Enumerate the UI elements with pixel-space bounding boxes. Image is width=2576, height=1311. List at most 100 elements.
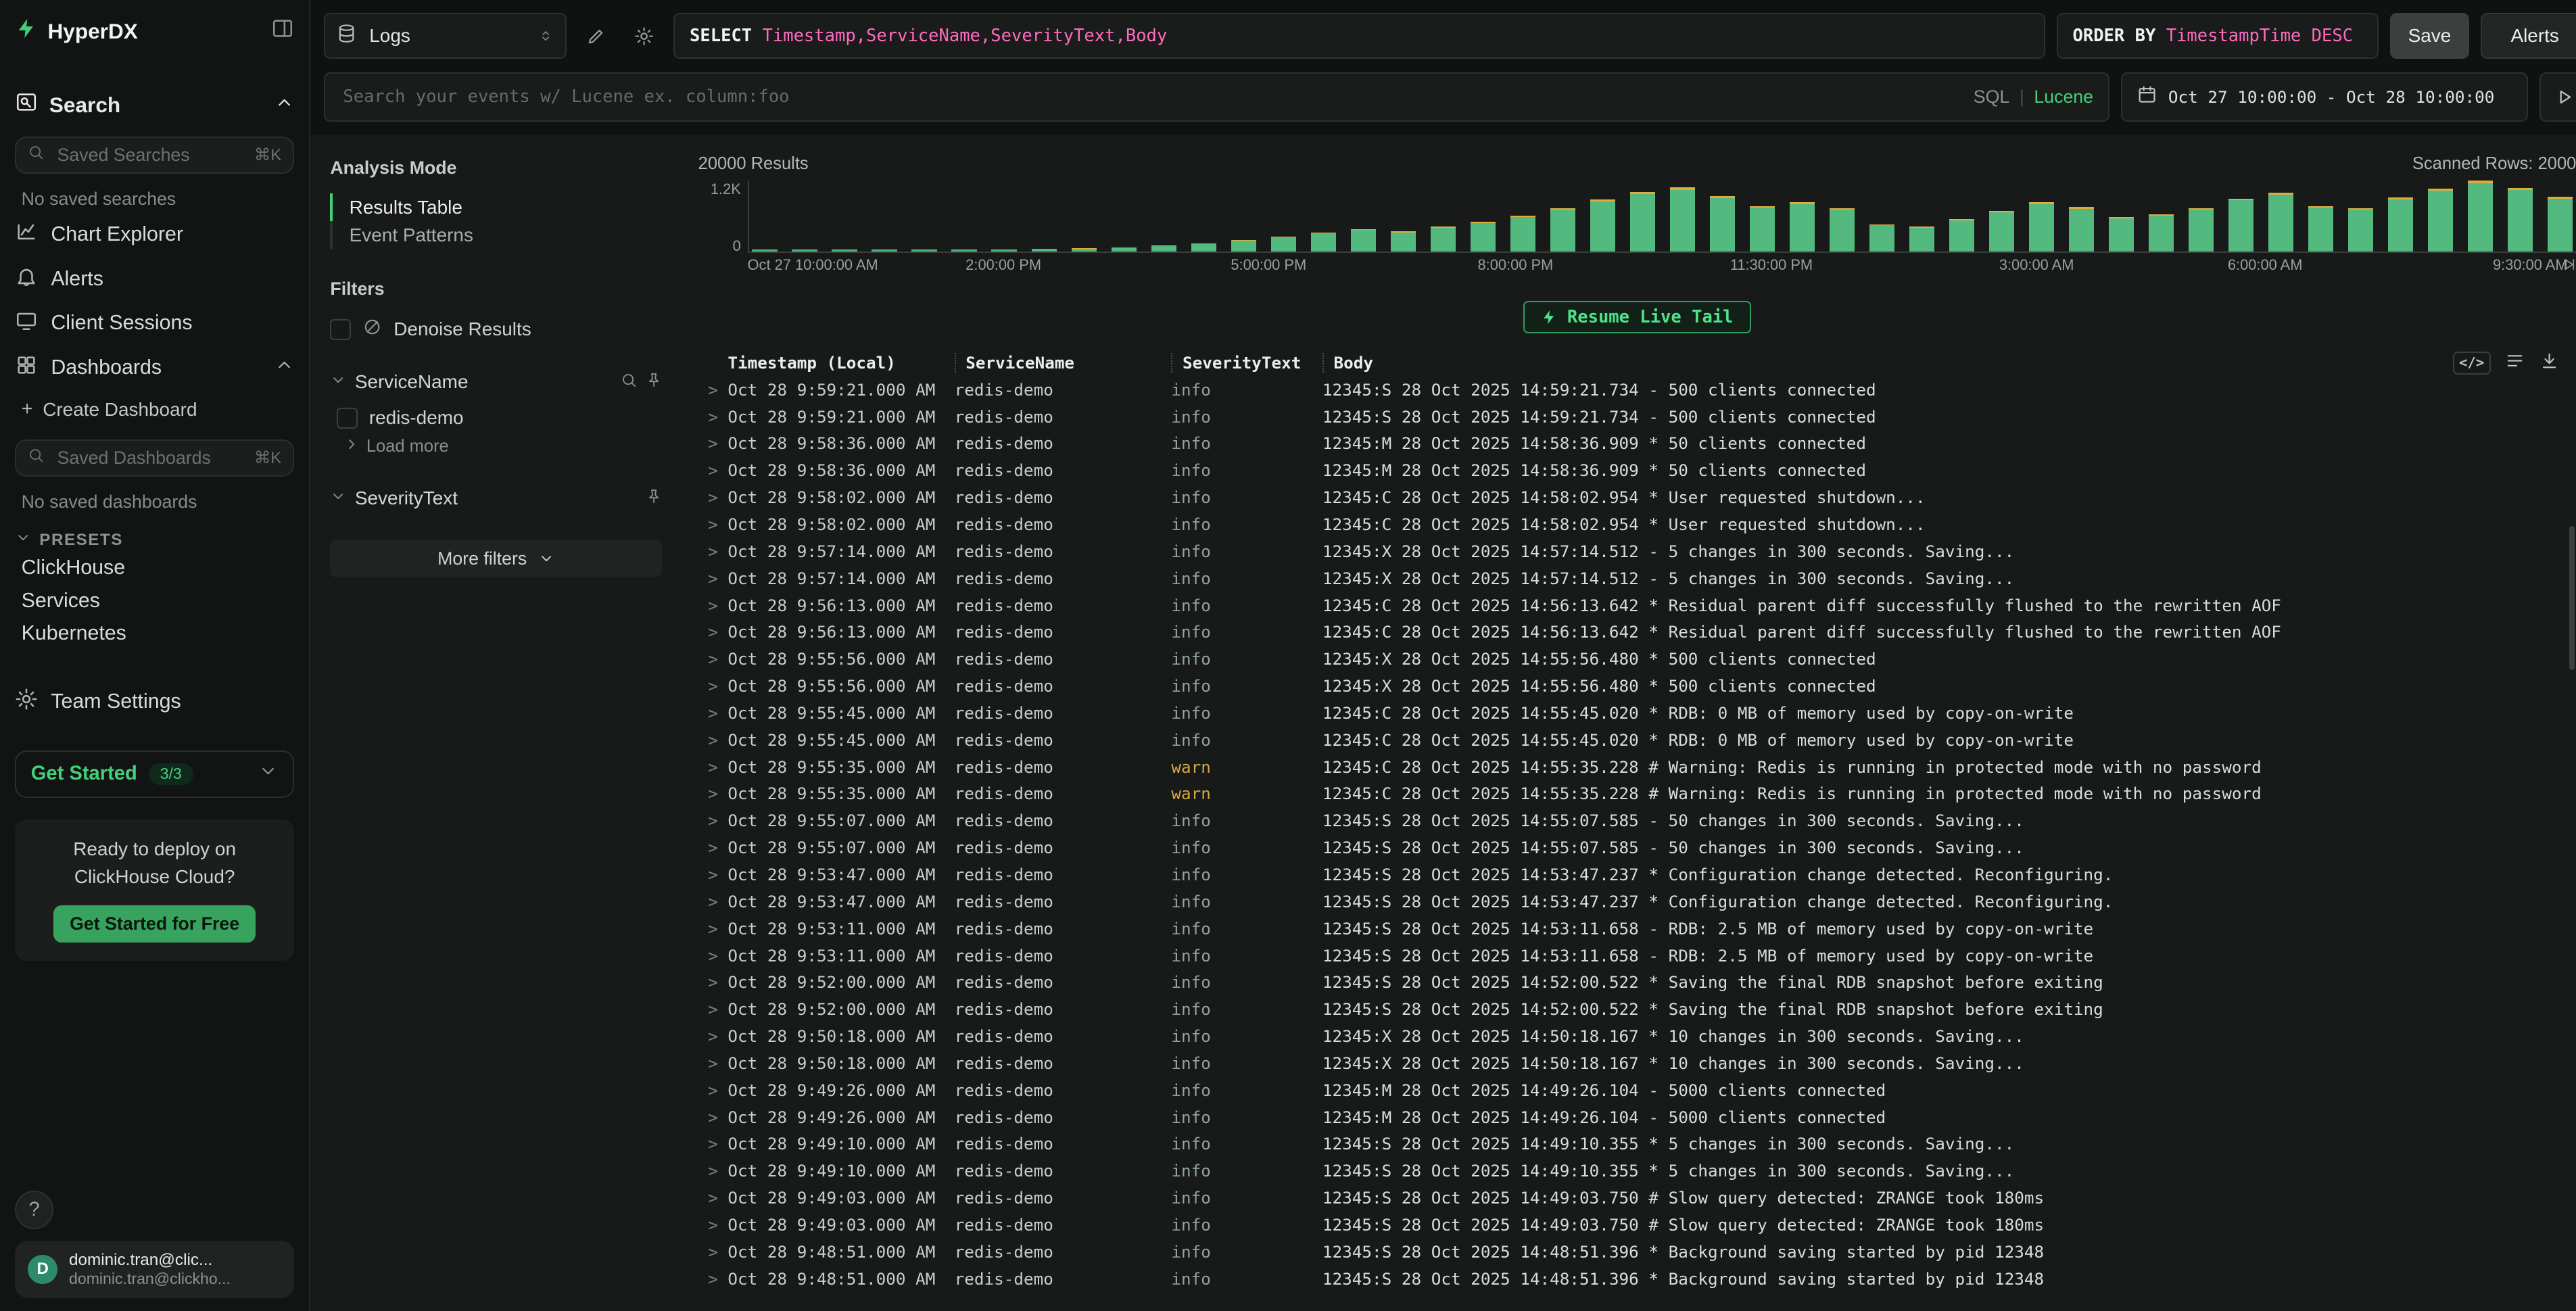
- row-expand-icon[interactable]: >: [698, 757, 728, 777]
- row-expand-icon[interactable]: >: [698, 649, 728, 669]
- code-view-icon[interactable]: </>: [2453, 352, 2491, 374]
- column-header-body[interactable]: Body: [1322, 353, 2439, 373]
- histogram-bar[interactable]: [951, 181, 976, 252]
- log-row[interactable]: >Oct 28 9:57:14.000 AMredis-demoinfo1234…: [698, 538, 2576, 565]
- histogram-bar[interactable]: [1590, 181, 1615, 252]
- row-expand-icon[interactable]: >: [698, 946, 728, 966]
- histogram-bar[interactable]: [1750, 181, 1775, 252]
- log-row[interactable]: >Oct 28 9:49:03.000 AMredis-demoinfo1234…: [698, 1212, 2576, 1239]
- facet-severitytext-header[interactable]: SeverityText: [330, 484, 662, 514]
- row-expand-icon[interactable]: >: [698, 838, 728, 857]
- run-query-button[interactable]: [2539, 72, 2575, 122]
- histogram-bar[interactable]: [2388, 181, 2413, 252]
- histogram-bar[interactable]: [2508, 181, 2533, 252]
- log-row[interactable]: >Oct 28 9:49:26.000 AMredis-demoinfo1234…: [698, 1076, 2576, 1103]
- row-expand-icon[interactable]: >: [698, 1080, 728, 1100]
- download-icon[interactable]: [2539, 351, 2559, 375]
- histogram-bar[interactable]: [2149, 181, 2174, 252]
- row-expand-icon[interactable]: >: [698, 569, 728, 588]
- log-row[interactable]: >Oct 28 9:52:00.000 AMredis-demoinfo1234…: [698, 996, 2576, 1023]
- histogram-bar[interactable]: [2428, 181, 2453, 252]
- row-expand-icon[interactable]: >: [698, 1188, 728, 1208]
- row-expand-icon[interactable]: >: [698, 703, 728, 723]
- histogram-bar[interactable]: [1311, 181, 1336, 252]
- source-selector[interactable]: [324, 13, 567, 59]
- row-expand-icon[interactable]: >: [698, 1242, 728, 1262]
- log-row[interactable]: >Oct 28 9:57:14.000 AMredis-demoinfo1234…: [698, 565, 2576, 592]
- histogram-bar[interactable]: [1989, 181, 2014, 252]
- row-expand-icon[interactable]: >: [698, 730, 728, 750]
- histogram-bar[interactable]: [2548, 181, 2573, 252]
- sidebar-item-chart-explorer[interactable]: Chart Explorer: [15, 212, 295, 257]
- column-header-timestamp[interactable]: Timestamp (Local): [728, 353, 954, 373]
- mode-event-patterns[interactable]: Event Patterns: [330, 221, 662, 249]
- sidebar-item-dashboards[interactable]: Dashboards: [15, 345, 295, 390]
- row-expand-icon[interactable]: >: [698, 999, 728, 1019]
- histogram-bar[interactable]: [2228, 181, 2253, 252]
- histogram-bar[interactable]: [832, 181, 857, 252]
- log-row[interactable]: >Oct 28 9:56:13.000 AMredis-demoinfo1234…: [698, 592, 2576, 619]
- histogram-bar[interactable]: [1072, 181, 1097, 252]
- log-row[interactable]: >Oct 28 9:58:02.000 AMredis-demoinfo1234…: [698, 511, 2576, 538]
- histogram-bar[interactable]: [872, 181, 897, 252]
- histogram-bar[interactable]: [752, 181, 777, 252]
- more-filters-button[interactable]: More filters: [330, 540, 662, 577]
- log-row[interactable]: >Oct 28 9:55:56.000 AMredis-demoinfo1234…: [698, 673, 2576, 700]
- histogram-bar[interactable]: [1550, 181, 1575, 252]
- row-expand-icon[interactable]: >: [698, 1053, 728, 1073]
- row-expand-icon[interactable]: >: [698, 596, 728, 615]
- scrollbar-thumb[interactable]: [2569, 526, 2574, 671]
- log-row[interactable]: >Oct 28 9:52:00.000 AMredis-demoinfo1234…: [698, 969, 2576, 996]
- row-expand-icon[interactable]: >: [698, 919, 728, 938]
- histogram-bar[interactable]: [2308, 181, 2333, 252]
- saved-dashboards-input[interactable]: [54, 446, 245, 470]
- histogram-bar[interactable]: [1151, 181, 1176, 252]
- histogram-bar[interactable]: [1869, 181, 1894, 252]
- row-expand-icon[interactable]: >: [698, 1215, 728, 1235]
- row-expand-icon[interactable]: >: [698, 676, 728, 696]
- facet-option-redis-demo[interactable]: redis-demo: [337, 404, 662, 433]
- row-expand-icon[interactable]: >: [698, 1026, 728, 1046]
- row-expand-icon[interactable]: >: [698, 892, 728, 911]
- log-row[interactable]: >Oct 28 9:55:35.000 AMredis-demowarn1234…: [698, 780, 2576, 807]
- log-row[interactable]: >Oct 28 9:58:36.000 AMredis-demoinfo1234…: [698, 430, 2576, 457]
- saved-searches-input[interactable]: [54, 143, 245, 167]
- user-menu[interactable]: D dominic.tran@clic... dominic.tran@clic…: [15, 1241, 295, 1297]
- log-row[interactable]: >Oct 28 9:53:47.000 AMredis-demoinfo1234…: [698, 888, 2576, 915]
- row-expand-icon[interactable]: >: [698, 380, 728, 400]
- log-row[interactable]: >Oct 28 9:50:18.000 AMredis-demoinfo1234…: [698, 1049, 2576, 1076]
- log-row[interactable]: >Oct 28 9:56:13.000 AMredis-demoinfo1234…: [698, 619, 2576, 646]
- histogram-bar[interactable]: [991, 181, 1016, 252]
- row-expand-icon[interactable]: >: [698, 407, 728, 427]
- histogram-bar[interactable]: [1949, 181, 1974, 252]
- log-row[interactable]: >Oct 28 9:49:10.000 AMredis-demoinfo1234…: [698, 1158, 2576, 1185]
- column-header-servicename[interactable]: ServiceName: [955, 353, 1172, 373]
- histogram-bar[interactable]: [1510, 181, 1535, 252]
- row-expand-icon[interactable]: >: [698, 542, 728, 561]
- log-row[interactable]: >Oct 28 9:58:02.000 AMredis-demoinfo1234…: [698, 484, 2576, 511]
- histogram-bar[interactable]: [792, 181, 817, 252]
- save-button[interactable]: Save: [2390, 13, 2469, 59]
- select-clause-editor[interactable]: SELECT Timestamp,ServiceName,SeverityTex…: [673, 13, 2045, 59]
- log-row[interactable]: >Oct 28 9:49:03.000 AMredis-demoinfo1234…: [698, 1185, 2576, 1212]
- histogram-bar[interactable]: [2109, 181, 2134, 252]
- histogram-bar[interactable]: [1271, 181, 1296, 252]
- resume-live-tail-button[interactable]: Resume Live Tail: [1523, 301, 1751, 334]
- pin-icon[interactable]: [646, 371, 662, 393]
- row-expand-icon[interactable]: >: [698, 460, 728, 480]
- load-more-button[interactable]: Load more: [343, 433, 662, 460]
- sidebar-section-search[interactable]: Search: [15, 89, 295, 122]
- log-row[interactable]: >Oct 28 9:53:11.000 AMredis-demoinfo1234…: [698, 942, 2576, 969]
- histogram-bar[interactable]: [911, 181, 936, 252]
- histogram-bar[interactable]: [2468, 181, 2493, 252]
- histogram-bar[interactable]: [2348, 181, 2373, 252]
- histogram-bar[interactable]: [1909, 181, 1934, 252]
- log-row[interactable]: >Oct 28 9:59:21.000 AMredis-demoinfo1234…: [698, 376, 2576, 403]
- sidebar-item-client-sessions[interactable]: Client Sessions: [15, 302, 295, 346]
- histogram-bar[interactable]: [1471, 181, 1496, 252]
- histogram-bar[interactable]: [1351, 181, 1376, 252]
- log-row[interactable]: >Oct 28 9:53:11.000 AMredis-demoinfo1234…: [698, 915, 2576, 942]
- histogram-bar[interactable]: [1391, 181, 1416, 252]
- language-lucene-option[interactable]: Lucene: [2034, 87, 2093, 108]
- row-expand-icon[interactable]: >: [698, 1134, 728, 1153]
